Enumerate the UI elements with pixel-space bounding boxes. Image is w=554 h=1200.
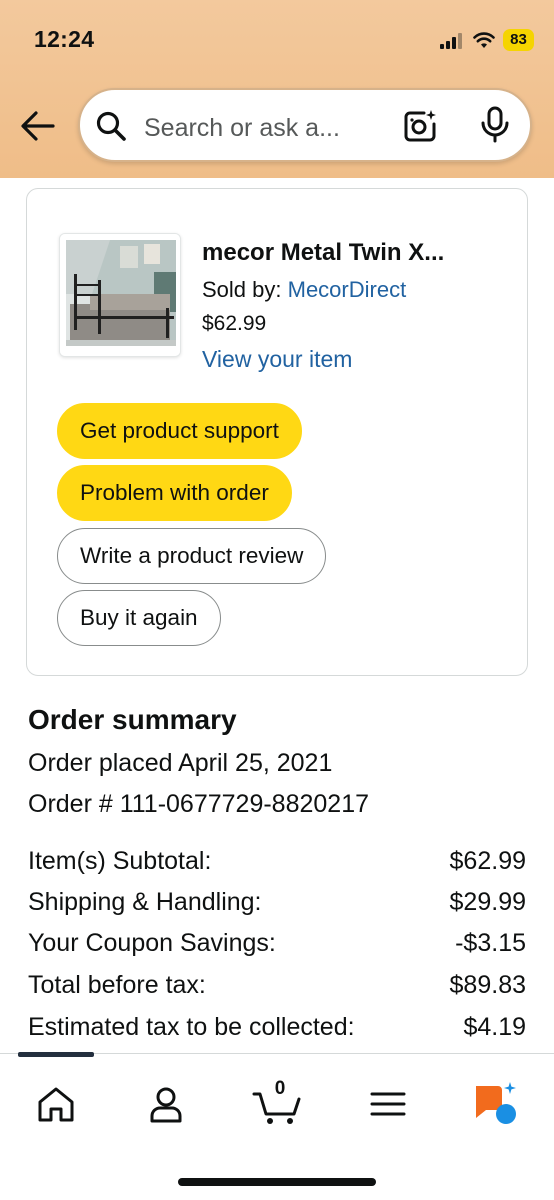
- order-placed-date: Order placed April 25, 2021: [28, 749, 333, 777]
- order-number: Order # 111-0677729-8820217: [28, 790, 370, 818]
- row-value: $89.83: [449, 971, 526, 999]
- view-item-link[interactable]: View your item: [202, 346, 352, 373]
- camera-lens-icon[interactable]: [402, 108, 438, 144]
- problem-with-order-button[interactable]: Problem with order: [57, 465, 292, 521]
- seller-link[interactable]: MecorDirect: [288, 277, 407, 302]
- product-price: $62.99: [202, 312, 267, 335]
- cart-count-badge: 0: [274, 1078, 286, 1099]
- summary-row-subtotal: Item(s) Subtotal: $62.99: [28, 847, 526, 881]
- home-indicator-bar: [178, 1178, 376, 1186]
- order-item-card: mecor Metal Twin X... Sold by: MecorDire…: [26, 188, 528, 676]
- battery-indicator: 83: [503, 29, 534, 51]
- account-icon[interactable]: [144, 1082, 188, 1126]
- bed-frame-image: [60, 234, 180, 356]
- search-input[interactable]: Search or ask a...: [144, 114, 340, 143]
- microphone-icon[interactable]: [480, 106, 510, 144]
- rufus-ai-icon[interactable]: [472, 1080, 520, 1126]
- order-summary-heading: Order summary: [28, 704, 237, 735]
- row-value: $29.99: [449, 888, 526, 916]
- wifi-icon: [473, 32, 495, 48]
- sold-by-line: Sold by: MecorDirect: [202, 277, 406, 303]
- summary-row-coupon: Your Coupon Savings: -$3.15: [28, 929, 526, 963]
- product-image[interactable]: [59, 233, 181, 357]
- status-time: 12:24: [34, 26, 95, 52]
- bottom-nav-bar: 0: [0, 1052, 554, 1200]
- menu-icon[interactable]: [366, 1082, 410, 1126]
- row-label: Total before tax:: [28, 971, 206, 999]
- row-value: -$3.15: [455, 929, 526, 957]
- search-icon: [96, 111, 126, 141]
- row-label: Shipping & Handling:: [28, 888, 262, 916]
- get-product-support-button[interactable]: Get product support: [57, 403, 302, 459]
- summary-row-shipping: Shipping & Handling: $29.99: [28, 888, 526, 922]
- row-label: Your Coupon Savings:: [28, 929, 276, 957]
- row-value: $4.19: [463, 1013, 526, 1041]
- sold-by-label: Sold by:: [202, 277, 282, 302]
- summary-row-estimated-tax: Estimated tax to be collected: $4.19: [28, 1013, 526, 1047]
- top-header: 12:24 83 Search or ask a...: [0, 0, 554, 178]
- home-icon[interactable]: [34, 1082, 78, 1126]
- row-value: $62.99: [449, 847, 526, 875]
- status-bar: 12:24 83: [0, 0, 554, 80]
- search-bar[interactable]: Search or ask a...: [78, 88, 532, 162]
- summary-row-total-before-tax: Total before tax: $89.83: [28, 971, 526, 1005]
- write-review-button[interactable]: Write a product review: [57, 528, 327, 584]
- buy-again-button[interactable]: Buy it again: [57, 590, 221, 646]
- back-arrow-icon[interactable]: [20, 108, 56, 144]
- row-label: Item(s) Subtotal:: [28, 847, 212, 875]
- cellular-signal-icon: [440, 33, 462, 49]
- product-title[interactable]: mecor Metal Twin X...: [202, 239, 444, 267]
- row-label: Estimated tax to be collected:: [28, 1013, 355, 1041]
- active-tab-indicator: [18, 1052, 94, 1057]
